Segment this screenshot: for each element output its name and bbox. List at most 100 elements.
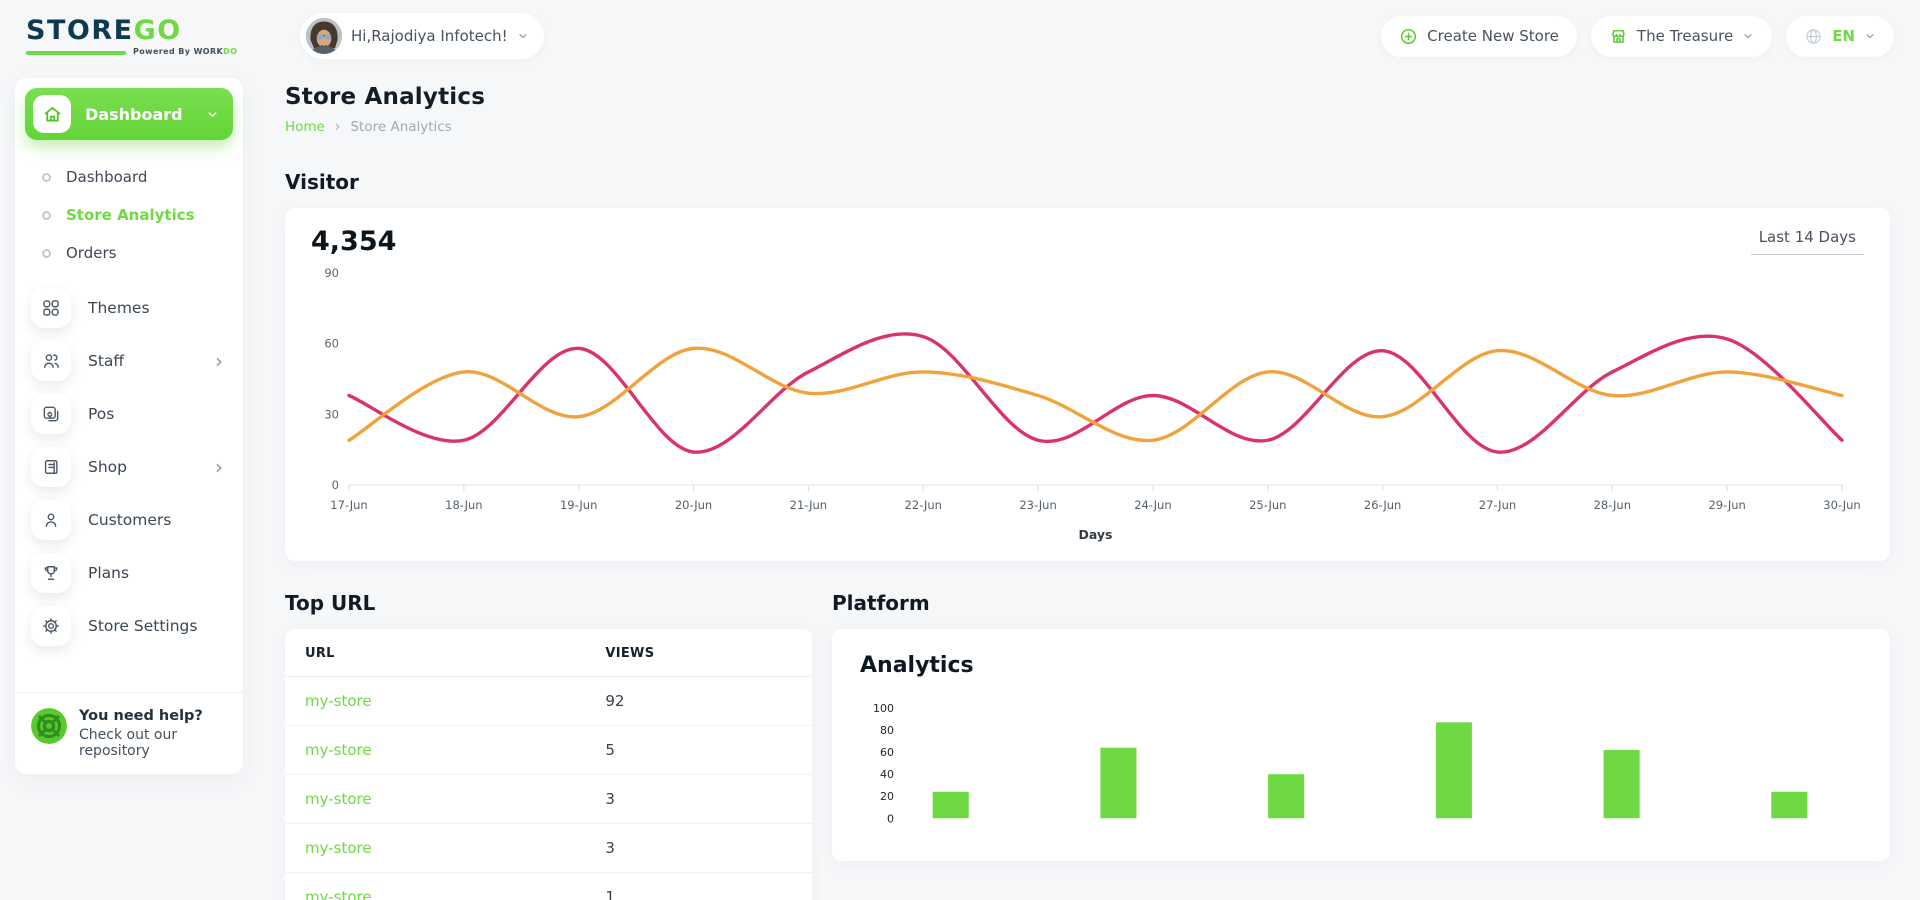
logo-store-part: STORE xyxy=(26,15,134,46)
url-link[interactable]: my-store xyxy=(285,726,585,775)
sidebar-nav: Themes Staff › Pos Shop› Customers Plans Store … xyxy=(15,278,243,662)
bullet-icon xyxy=(42,249,51,258)
svg-text:30-Jun: 30-Jun xyxy=(1823,498,1860,512)
svg-text:40: 40 xyxy=(880,768,894,781)
visitor-heading: Visitor xyxy=(285,170,1890,194)
svg-text:17-Jun: 17-Jun xyxy=(330,498,367,512)
breadcrumb: Home › Store Analytics xyxy=(285,119,1890,135)
svg-text:29-Jun: 29-Jun xyxy=(1708,498,1745,512)
chevron-down-icon xyxy=(1742,30,1754,42)
store-name: The Treasure xyxy=(1637,27,1733,45)
sidebar-item-store-analytics[interactable]: Store Analytics xyxy=(15,196,243,234)
language-selector[interactable]: EN xyxy=(1786,16,1894,57)
svg-text:0: 0 xyxy=(887,812,894,825)
storego-logo[interactable]: STOREGO Powered By WORKDO xyxy=(26,17,256,56)
user-menu[interactable]: Hi,Rajodiya Infotech! xyxy=(300,13,544,59)
sidebar-item-store-settings[interactable]: Store Settings xyxy=(15,603,243,649)
sidebar-item-staff[interactable]: Staff › xyxy=(15,338,243,384)
language-code: EN xyxy=(1832,27,1855,45)
svg-text:Days: Days xyxy=(1078,527,1112,542)
page-title: Store Analytics xyxy=(285,84,1890,110)
globe-icon xyxy=(1804,27,1823,46)
table-row: my-store1 xyxy=(285,873,812,900)
user-greeting: Hi,Rajodiya Infotech! xyxy=(351,27,508,45)
sidebar-item-label: Pos xyxy=(88,405,114,423)
url-link[interactable]: my-store xyxy=(285,873,585,900)
url-link[interactable]: my-store xyxy=(285,775,585,824)
svg-text:23-Jun: 23-Jun xyxy=(1019,498,1056,512)
svg-text:27-Jun: 27-Jun xyxy=(1479,498,1516,512)
sidebar-item-label: Themes xyxy=(88,299,150,317)
views-value: 3 xyxy=(585,824,812,873)
platform-bar-chart[interactable]: 100806040200 xyxy=(860,694,1862,844)
date-range-selector[interactable]: Last 14 Days xyxy=(1751,226,1864,255)
chevron-down-icon xyxy=(206,108,219,121)
sidebar: Dashboard Dashboard Store Analytics Orders… xyxy=(15,78,243,774)
sidebar-item-orders[interactable]: Orders xyxy=(15,234,243,272)
shop-scroll-icon xyxy=(31,447,71,487)
sidebar-item-themes[interactable]: Themes xyxy=(15,285,243,331)
dashboard-submenu: Dashboard Store Analytics Orders xyxy=(15,150,243,278)
svg-text:25-Jun: 25-Jun xyxy=(1249,498,1286,512)
store-switcher[interactable]: The Treasure xyxy=(1591,16,1772,57)
sidebar-item-label: Plans xyxy=(88,564,129,582)
svg-text:80: 80 xyxy=(880,724,894,737)
breadcrumb-home-link[interactable]: Home xyxy=(285,119,325,135)
platform-heading: Platform xyxy=(832,591,1890,615)
visitor-card: 4,354 Last 14 Days 906030017-Jun18-Jun19… xyxy=(285,208,1890,561)
table-row: my-store3 xyxy=(285,775,812,824)
svg-text:24-Jun: 24-Jun xyxy=(1134,498,1171,512)
user-avatar xyxy=(306,18,342,54)
url-link[interactable]: my-store xyxy=(285,677,585,726)
top-url-heading: Top URL xyxy=(285,591,812,615)
breadcrumb-current: Store Analytics xyxy=(350,119,451,135)
sidebar-item-customers[interactable]: Customers xyxy=(15,497,243,543)
plans-trophy-icon xyxy=(31,553,71,593)
logo-text: STOREGO xyxy=(26,17,256,44)
customer-person-icon xyxy=(31,500,71,540)
table-row: my-store3 xyxy=(285,824,812,873)
breadcrumb-separator-icon: › xyxy=(335,119,341,135)
svg-text:28-Jun: 28-Jun xyxy=(1594,498,1631,512)
help-title: You need help? xyxy=(79,708,227,724)
sidebar-item-label: Store Settings xyxy=(88,617,197,635)
views-value: 5 xyxy=(585,726,812,775)
chevron-right-icon: › xyxy=(215,351,227,371)
sidebar-item-pos[interactable]: Pos xyxy=(15,391,243,437)
home-icon xyxy=(33,95,71,133)
top-url-table: URL VIEWS my-store92my-store5my-store3my… xyxy=(285,629,812,900)
sidebar-item-shop[interactable]: Shop› xyxy=(15,444,243,490)
svg-text:0: 0 xyxy=(332,478,339,492)
sidebar-item-dashboard[interactable]: Dashboard xyxy=(15,158,243,196)
help-panel[interactable]: You need help? Check out our repository xyxy=(15,692,243,774)
url-link[interactable]: my-store xyxy=(285,824,585,873)
chevron-down-icon xyxy=(517,30,529,42)
bullet-icon xyxy=(42,173,51,182)
sidebar-item-plans[interactable]: Plans xyxy=(15,550,243,596)
sidebar-item-label: Shop xyxy=(88,458,127,476)
sidebar-item-label: Dashboard xyxy=(66,168,147,186)
svg-text:26-Jun: 26-Jun xyxy=(1364,498,1401,512)
svg-text:90: 90 xyxy=(324,266,339,280)
create-new-store-button[interactable]: Create New Store xyxy=(1381,16,1577,57)
sidebar-item-label: Staff xyxy=(88,352,124,370)
visitor-line-chart[interactable]: 906030017-Jun18-Jun19-Jun20-Jun21-Jun22-… xyxy=(311,261,1864,549)
lifebuoy-icon xyxy=(31,708,67,744)
sidebar-item-label: Orders xyxy=(66,244,116,262)
main-content: Store Analytics Home › Store Analytics V… xyxy=(243,62,1920,900)
create-new-store-label: Create New Store xyxy=(1427,27,1559,45)
storefront-icon xyxy=(1609,27,1628,46)
top-url-card: URL VIEWS my-store92my-store5my-store3my… xyxy=(285,629,812,900)
analytics-title: Analytics xyxy=(860,653,1862,678)
svg-text:22-Jun: 22-Jun xyxy=(905,498,942,512)
staff-users-icon xyxy=(31,341,71,381)
themes-grid-icon xyxy=(31,288,71,328)
logo-powered-by: Powered By WORKDO xyxy=(133,47,237,56)
views-value: 1 xyxy=(585,873,812,900)
column-header-url: URL xyxy=(285,629,585,677)
bullet-icon xyxy=(42,211,51,220)
svg-text:21-Jun: 21-Jun xyxy=(790,498,827,512)
svg-text:20: 20 xyxy=(880,790,894,803)
sidebar-item-label: Store Analytics xyxy=(66,206,195,224)
sidebar-group-dashboard[interactable]: Dashboard xyxy=(25,88,233,140)
